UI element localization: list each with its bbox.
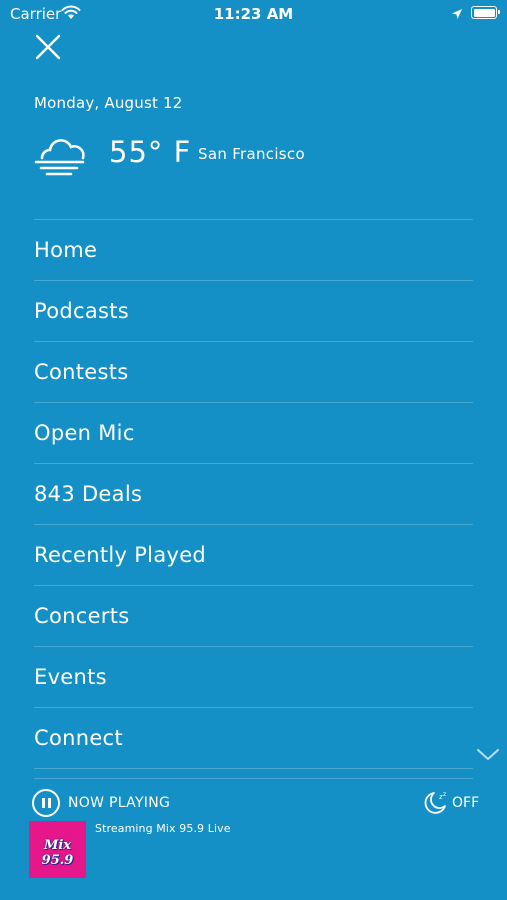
- menu-item-open-mic[interactable]: Open Mic: [34, 403, 473, 464]
- menu-item-events[interactable]: Events: [34, 647, 473, 708]
- date-label: Monday, August 12: [34, 94, 183, 112]
- close-icon[interactable]: [34, 33, 62, 61]
- city-label: San Francisco: [198, 145, 305, 163]
- menu-item-label: Connect: [34, 726, 123, 750]
- location-arrow-icon: [452, 9, 462, 19]
- clock: 11:23 AM: [213, 5, 294, 23]
- menu-item-label: Events: [34, 665, 107, 689]
- nav-menu: Home Podcasts Contests Open Mic 843 Deal…: [34, 219, 473, 769]
- menu-item-label: Podcasts: [34, 299, 130, 323]
- menu-item-label: Open Mic: [34, 421, 135, 445]
- menu-item-label: Contests: [34, 360, 129, 384]
- sleep-timer-value: OFF: [452, 795, 480, 811]
- sleep-timer-icon: z z: [424, 791, 446, 814]
- cloud-fog-icon: [34, 139, 85, 176]
- chevron-down-icon[interactable]: [476, 748, 500, 762]
- menu-item-home[interactable]: Home: [34, 220, 473, 281]
- menu-item-label: Recently Played: [34, 543, 207, 567]
- menu-item-label: Concerts: [34, 604, 130, 628]
- temperature: 55° F: [109, 135, 192, 169]
- menu-item-recently-played[interactable]: Recently Played: [34, 525, 473, 586]
- menu-item-contests[interactable]: Contests: [34, 342, 473, 403]
- station-logo-text: Mix 95.9: [41, 838, 74, 868]
- player-divider: [34, 778, 473, 779]
- pause-icon[interactable]: [32, 789, 60, 817]
- menu-item-podcasts[interactable]: Podcasts: [34, 281, 473, 342]
- battery-icon: [471, 6, 500, 19]
- menu-item-label: Home: [34, 238, 98, 262]
- menu-item-connect[interactable]: Connect: [34, 708, 473, 769]
- svg-text:z: z: [443, 791, 446, 798]
- menu-item-843-deals[interactable]: 843 Deals: [34, 464, 473, 525]
- status-bar: Carrier 11:23 AM: [0, 0, 507, 28]
- now-playing-label: NOW PLAYING: [68, 795, 171, 811]
- station-logo[interactable]: Mix 95.9: [29, 821, 86, 878]
- menu-item-label: 843 Deals: [34, 482, 143, 506]
- stream-title: Streaming Mix 95.9 Live: [95, 822, 231, 835]
- menu-item-concerts[interactable]: Concerts: [34, 586, 473, 647]
